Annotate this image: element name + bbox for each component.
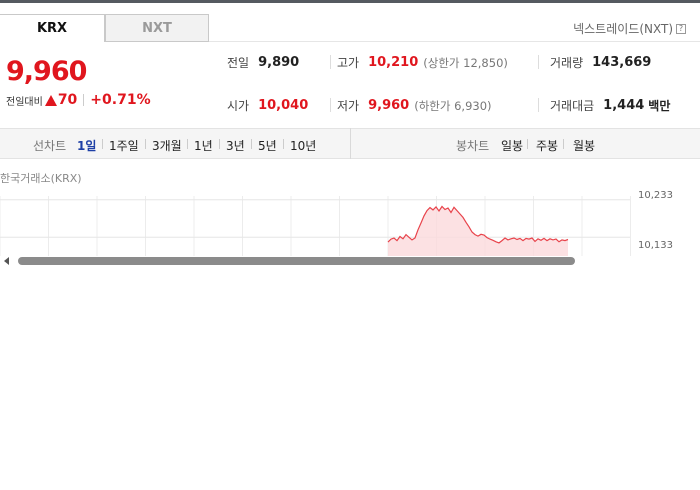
stat-value: 10,210: [368, 55, 419, 70]
stat-divider: [330, 98, 331, 112]
period-sep: [219, 139, 220, 149]
period-sep: [283, 139, 284, 149]
stat-divider: [538, 55, 539, 69]
up-triangle-icon: [44, 94, 57, 106]
stat-volume: 거래량 143,669: [550, 54, 651, 71]
price-line-chart: [0, 196, 631, 256]
price-change: 전일대비 70 +0.71%: [6, 92, 151, 108]
candle-monthly[interactable]: 월봉: [573, 137, 595, 154]
help-icon[interactable]: ?: [676, 23, 686, 34]
period-sep: [102, 139, 103, 149]
stat-label: 고가: [337, 56, 360, 70]
change-label: 전일대비: [6, 96, 43, 108]
current-price: 9,960: [6, 56, 87, 87]
stat-high: 고가 10,210 (상한가 12,850): [337, 54, 508, 71]
period-sep: [145, 139, 146, 149]
period-sep: [563, 139, 564, 149]
stat-value: 9,960: [368, 98, 410, 113]
period-10y[interactable]: 10년: [290, 137, 316, 154]
change-percent: +0.71%: [90, 92, 151, 108]
period-sep: [527, 139, 528, 149]
candle-weekly[interactable]: 주봉: [536, 137, 558, 154]
chart-area-fill: [388, 206, 568, 256]
stat-open: 시가 10,040: [227, 97, 308, 114]
stat-sub: (하한가 6,930): [414, 98, 492, 113]
chart-title: 한국거래소(KRX): [0, 172, 82, 185]
stat-low: 저가 9,960 (하한가 6,930): [337, 97, 492, 114]
stat-trade-value: 거래대금 1,444 백만: [550, 97, 670, 114]
candle-daily[interactable]: 일봉: [501, 137, 523, 154]
period-3m[interactable]: 3개월: [152, 137, 182, 154]
nxt-info-link[interactable]: 넥스트레이드(NXT) ?: [573, 20, 686, 37]
period-1y[interactable]: 1년: [194, 137, 213, 154]
stat-label: 시가: [227, 99, 250, 113]
period-5y[interactable]: 5년: [258, 137, 277, 154]
stat-prev-close: 전일 9,890: [227, 54, 299, 71]
stat-label: 거래대금: [550, 99, 595, 113]
nxt-link-label: 넥스트레이드(NXT): [573, 22, 673, 36]
stat-label: 거래량: [550, 56, 584, 70]
stat-divider: [330, 55, 331, 69]
stat-label: 저가: [337, 99, 360, 113]
change-amount: 70: [57, 92, 78, 108]
stat-value: 10,040: [258, 98, 309, 113]
period-bar-divider: [350, 128, 351, 159]
stat-value: 143,669: [592, 55, 652, 70]
period-1d[interactable]: 1일: [77, 137, 96, 154]
y-tick-label: 10,233: [638, 190, 673, 201]
tab-underline: [209, 41, 700, 42]
stat-value: 1,444: [603, 98, 645, 113]
tab-nxt[interactable]: NXT: [105, 14, 209, 42]
line-chart-label: 선차트: [33, 139, 67, 153]
change-divider: [83, 94, 85, 106]
stat-value: 9,890: [258, 55, 300, 70]
y-tick-label: 10,133: [638, 240, 673, 251]
period-1w[interactable]: 1주일: [109, 137, 139, 154]
stat-sub: (상한가 12,850): [423, 55, 508, 70]
period-sep: [187, 139, 188, 149]
top-rule: [0, 0, 700, 3]
stat-unit: 백만: [648, 99, 671, 113]
period-sep: [251, 139, 252, 149]
stat-label: 전일: [227, 56, 250, 70]
scroll-left-arrow-icon[interactable]: [4, 257, 9, 265]
period-3y[interactable]: 3년: [226, 137, 245, 154]
candle-chart-label: 봉차트: [456, 139, 490, 153]
tab-krx[interactable]: KRX: [0, 14, 105, 42]
stat-divider: [538, 98, 539, 112]
scrollbar-thumb[interactable]: [18, 257, 575, 265]
